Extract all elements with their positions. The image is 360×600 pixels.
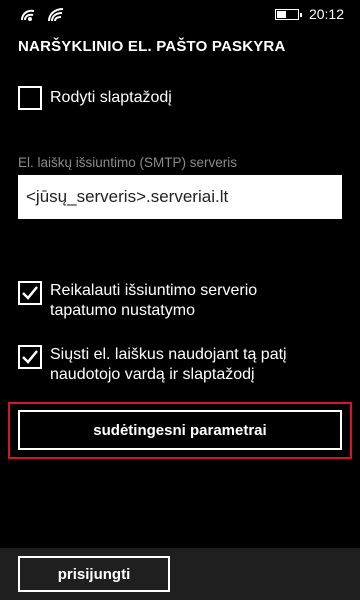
same-credentials-label-line1: Siųsti el. laiškus naudojant tą patį	[50, 346, 287, 363]
data-sync-icon	[20, 8, 36, 27]
status-left-icons	[20, 8, 64, 27]
require-auth-checkbox[interactable]	[18, 281, 42, 305]
require-auth-label-line1: Reikalauti išsiuntimo serverio	[50, 282, 258, 299]
smtp-server-input[interactable]: <jūsų_serveris>.serveriai.lt	[18, 175, 342, 219]
battery-icon	[274, 8, 302, 20]
smtp-server-label: El. laiškų išsiuntimo (SMTP) serveris	[18, 155, 238, 170]
same-credentials-label: Siųsti el. laiškus naudojant tą patį nau…	[50, 345, 287, 385]
same-credentials-row[interactable]: Siųsti el. laiškus naudojant tą patį nau…	[18, 345, 287, 385]
checkmark-icon	[22, 286, 38, 300]
app-bar: prisijungti	[0, 548, 360, 600]
wifi-icon	[48, 8, 64, 27]
checkmark-icon	[22, 350, 38, 364]
login-button[interactable]: prisijungti	[18, 556, 170, 592]
require-auth-label-line2: tapatumo nustatymo	[50, 302, 195, 319]
show-password-checkbox[interactable]	[18, 86, 42, 110]
status-right: 20:12	[274, 6, 344, 22]
show-password-row[interactable]: Rodyti slaptažodį	[18, 86, 172, 110]
require-auth-label: Reikalauti išsiuntimo serverio tapatumo …	[50, 281, 257, 321]
clock: 20:12	[308, 6, 344, 22]
status-bar: 20:12	[0, 0, 360, 30]
advanced-settings-button[interactable]: sudėtingesni parametrai	[18, 410, 342, 450]
same-credentials-checkbox[interactable]	[18, 345, 42, 369]
page-title: NARŠYKLINIO EL. PAŠTO PASKYRA	[18, 38, 286, 55]
same-credentials-label-line2: naudotojo vardą ir slaptažodį	[50, 366, 255, 383]
require-auth-row[interactable]: Reikalauti išsiuntimo serverio tapatumo …	[18, 281, 257, 321]
battery-fill	[276, 10, 286, 18]
show-password-label: Rodyti slaptažodį	[50, 89, 172, 106]
